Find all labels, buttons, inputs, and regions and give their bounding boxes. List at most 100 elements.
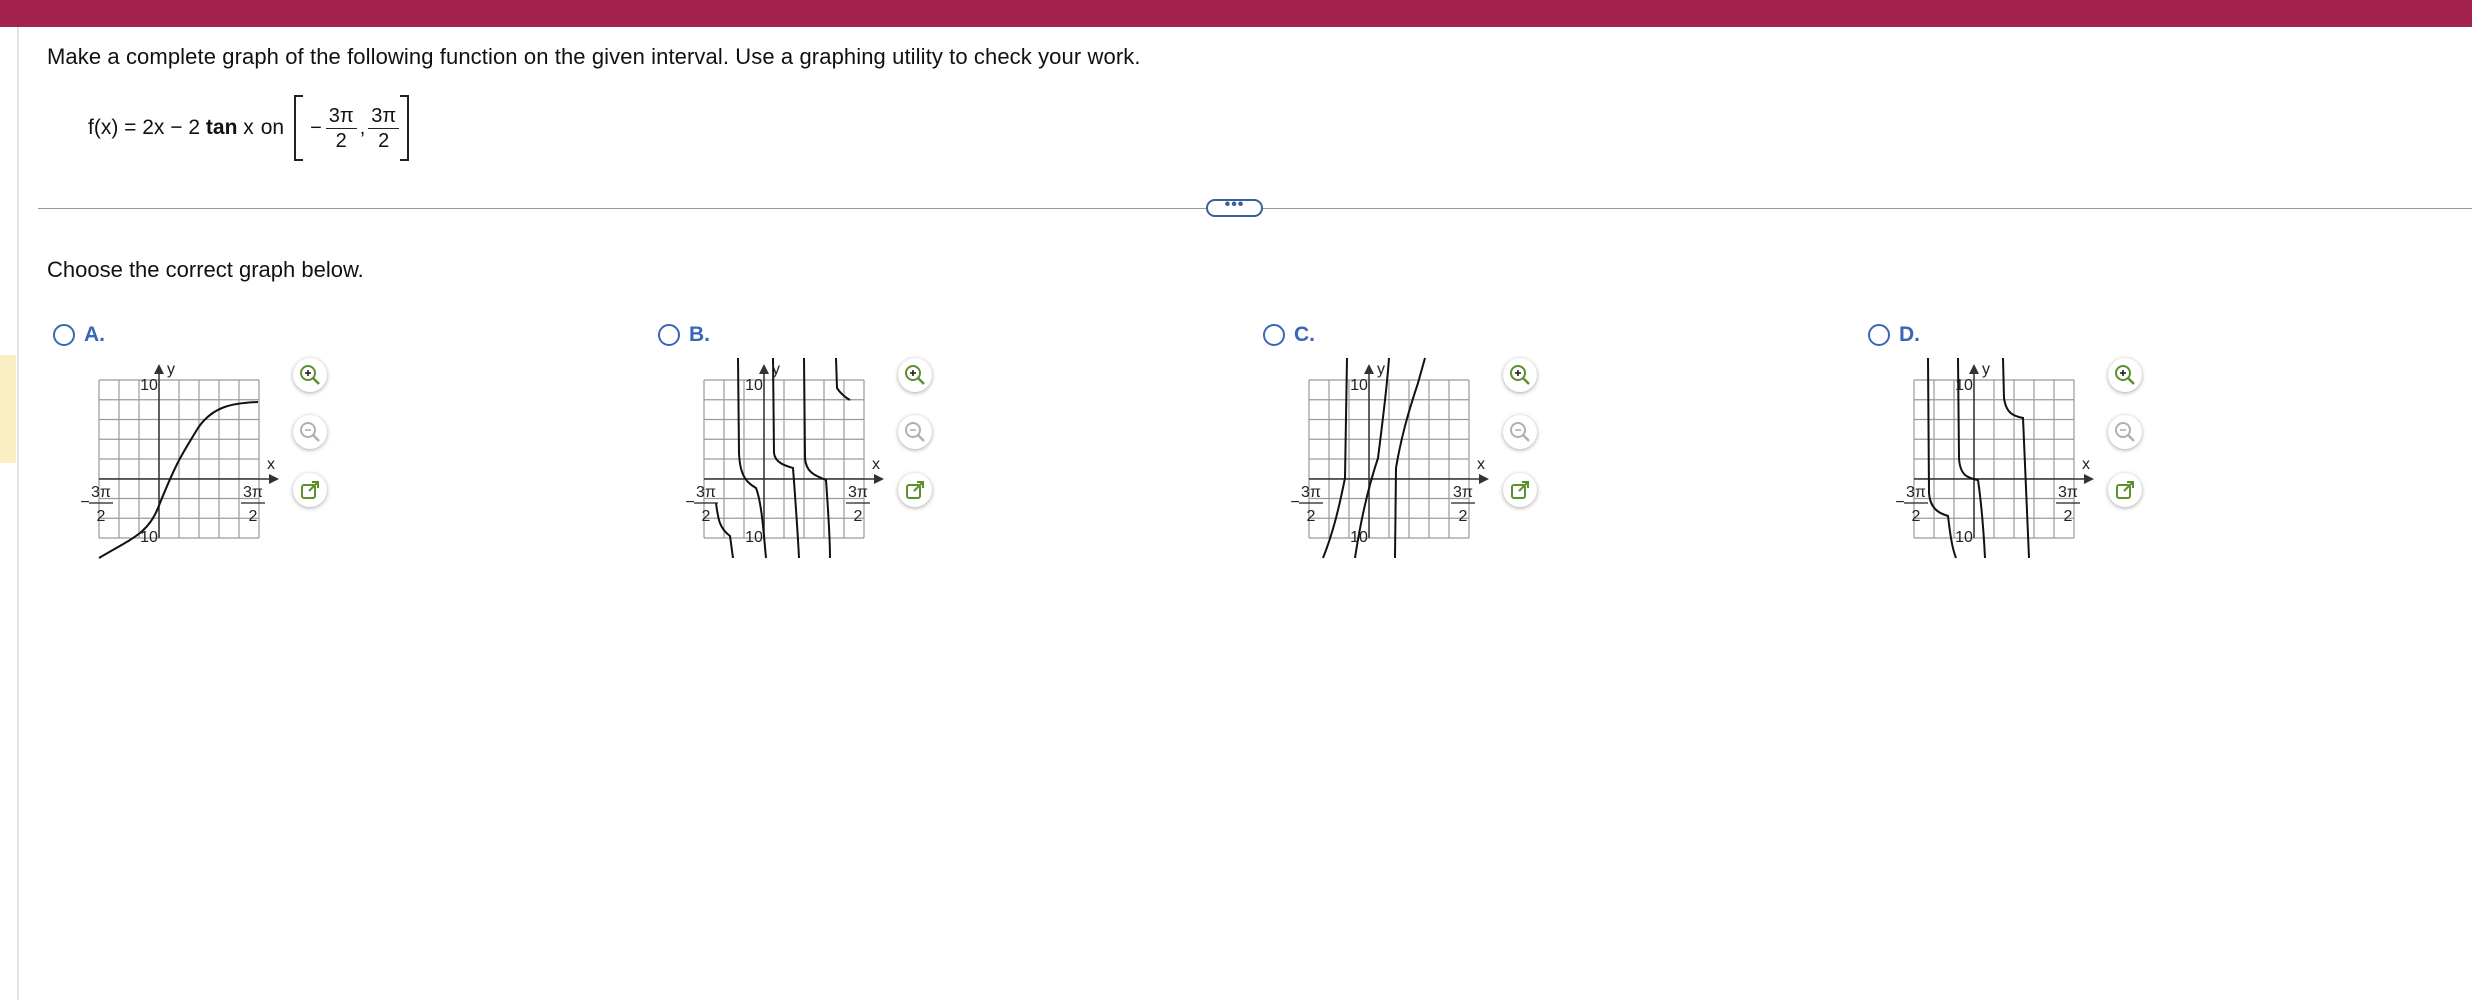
choice-letter-b[interactable]: B. [689, 323, 710, 347]
x-tick-left-numerator: 3π [91, 484, 111, 501]
interval-lower-fraction: 3π 2 [325, 104, 357, 153]
zoom-in-button[interactable] [293, 358, 327, 392]
y-axis-label: y [1377, 361, 1385, 378]
x-tick-right-numerator: 3π [1453, 484, 1473, 501]
y-tick-bottom: 10 [745, 529, 763, 546]
y-axis-arrow [1364, 364, 1374, 374]
function-prefix: f(x) = 2x − 2 [88, 116, 201, 139]
zoom-out-button[interactable] [293, 415, 327, 449]
popout-icon [1511, 481, 1529, 499]
curve-c-1 [1322, 357, 1348, 559]
choice-letter-d[interactable]: D. [1899, 323, 1920, 347]
choice-c[interactable]: C. y x 10 10−3π 2 3π 2 [1258, 318, 1588, 568]
function-tan: tan [205, 116, 238, 139]
choice-letter-a[interactable]: A. [84, 323, 105, 347]
y-axis-label: y [1982, 361, 1990, 378]
side-highlight [0, 355, 16, 463]
zoom-in-icon [300, 365, 320, 385]
x-tick-left-minus: − [1290, 494, 1299, 511]
graph-d: y x 10 10−3π 2 3π 2 [1888, 357, 2108, 559]
x-tick-left-numerator: 3π [696, 484, 716, 501]
y-tick-bottom: 10 [1955, 529, 1973, 546]
curve-b-5 [835, 357, 851, 401]
popout-icon [2116, 481, 2134, 499]
y-tick-top: 10 [140, 377, 158, 394]
popout-button[interactable] [293, 473, 327, 507]
header-bar [0, 0, 2472, 27]
x-axis-arrow [1479, 474, 1489, 484]
interval-minus: − [310, 116, 322, 139]
fraction-denominator: 2 [335, 129, 347, 152]
x-tick-left-denominator: 2 [702, 508, 711, 525]
graph-b-svg: yx1010−3π23π2 [685, 357, 884, 559]
graph-c: y x 10 10−3π 2 3π 2 [1283, 357, 1503, 559]
popout-button[interactable] [1503, 473, 1537, 507]
y-axis-arrow [154, 364, 164, 374]
popout-icon [301, 481, 319, 499]
graph-b: y x 10 10−3π 2 3π 2 [678, 357, 898, 559]
choice-letter-c[interactable]: C. [1294, 323, 1315, 347]
zoom-in-button[interactable] [1503, 358, 1537, 392]
function-text: f(x) = 2x − 2 tan x [88, 116, 254, 140]
function-var: x [237, 116, 254, 139]
y-tick-top: 10 [1350, 377, 1368, 394]
x-tick-left-denominator: 2 [1912, 508, 1921, 525]
y-tick-top: 10 [745, 377, 763, 394]
y-tick-top: 10 [1955, 377, 1973, 394]
radio-button-d[interactable] [1868, 324, 1890, 346]
choice-a[interactable]: A. y x 10 10−3π 2 3π 2 [48, 318, 378, 568]
curve-c-3 [1394, 357, 1426, 559]
graph-a: y x 10 10−3π 2 3π 2 [73, 358, 293, 559]
x-axis-label: x [267, 456, 275, 473]
left-border [17, 27, 19, 1000]
zoom-in-button[interactable] [2108, 358, 2142, 392]
radio-button-b[interactable] [658, 324, 680, 346]
zoom-in-button[interactable] [898, 358, 932, 392]
curve-b-3 [772, 357, 800, 559]
choice-d[interactable]: D. y x 10 10−3π 2 3π 2 [1863, 318, 2193, 568]
zoom-out-icon [2115, 422, 2135, 442]
y-tick-bottom: 10 [1350, 529, 1368, 546]
expand-button[interactable]: ••• [1206, 197, 1263, 217]
zoom-out-button[interactable] [2108, 415, 2142, 449]
choice-b[interactable]: B. y x 10 10−3π 2 3π 2 [653, 318, 983, 568]
x-tick-left-numerator: 3π [1906, 484, 1926, 501]
x-tick-right-denominator: 2 [854, 508, 863, 525]
x-tick-right-denominator: 2 [2064, 508, 2073, 525]
zoom-out-icon [1510, 422, 1530, 442]
curve-b-4 [803, 357, 831, 559]
y-axis-label: y [167, 361, 175, 378]
x-tick-left-denominator: 2 [1307, 508, 1316, 525]
x-axis-label: x [1477, 456, 1485, 473]
graph-a-svg: yx1010−3π23π2 [80, 361, 279, 559]
x-axis-arrow [2084, 474, 2094, 484]
popout-button[interactable] [2108, 473, 2142, 507]
graph-c-svg: yx1010−3π23π2 [1290, 357, 1489, 559]
popout-button[interactable] [898, 473, 932, 507]
y-tick-bottom: 10 [140, 529, 158, 546]
interval-comma: , [359, 116, 366, 139]
radio-button-a[interactable] [53, 324, 75, 346]
x-tick-left-minus: − [80, 494, 89, 511]
x-axis-label: x [872, 456, 880, 473]
x-tick-left-numerator: 3π [1301, 484, 1321, 501]
fraction-denominator: 2 [378, 129, 390, 152]
bracket-left [294, 95, 304, 161]
zoom-out-button[interactable] [898, 415, 932, 449]
x-axis-arrow [269, 474, 279, 484]
x-tick-right-denominator: 2 [249, 508, 258, 525]
on-label: on [260, 116, 285, 139]
zoom-in-icon [1510, 365, 1530, 385]
fraction-numerator: 3π [325, 104, 357, 129]
y-axis-label: y [772, 361, 780, 378]
fraction-numerator: 3π [368, 104, 400, 129]
y-axis-arrow [1969, 364, 1979, 374]
curve-d-1 [1927, 357, 1957, 559]
x-tick-right-numerator: 3π [2058, 484, 2078, 501]
x-tick-right-numerator: 3π [243, 484, 263, 501]
curve-d-3 [2002, 357, 2030, 559]
radio-button-c[interactable] [1263, 324, 1285, 346]
zoom-out-icon [300, 422, 320, 442]
function-expression: f(x) = 2x − 2 tan x on − 3π 2 , 3π 2 [88, 92, 410, 164]
zoom-out-button[interactable] [1503, 415, 1537, 449]
